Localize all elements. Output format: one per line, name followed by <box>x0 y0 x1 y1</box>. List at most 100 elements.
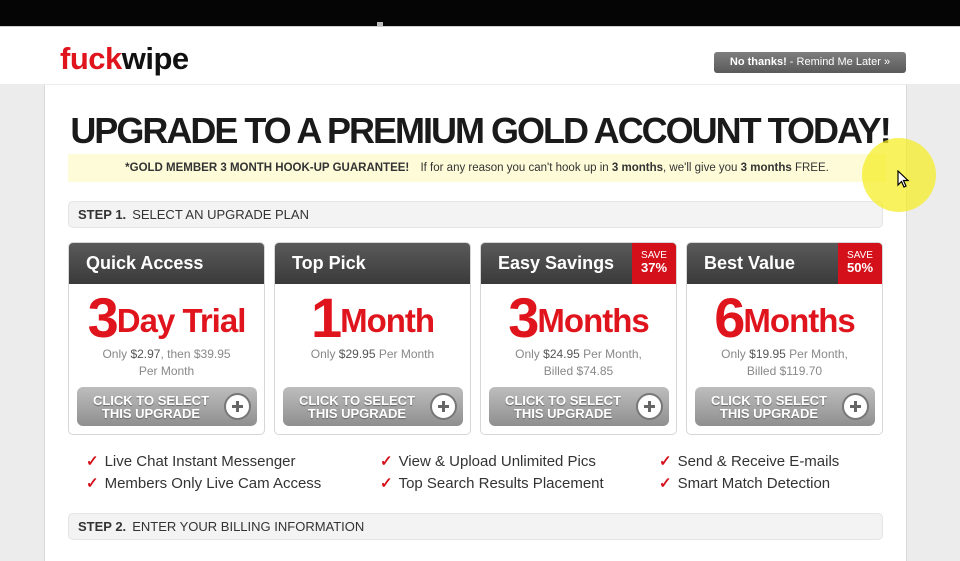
feature-label: Send & Receive E-mails <box>677 453 840 470</box>
price-amount: $2.97 <box>130 347 161 361</box>
plan-number: 6 <box>714 286 745 349</box>
plan-unit: Months <box>743 302 855 339</box>
select-upgrade-button[interactable]: CLICK TO SELECT THIS UPGRADE <box>77 387 257 426</box>
mouse-cursor-icon <box>897 170 910 188</box>
price-prefix: Only <box>102 347 131 361</box>
plan-unit: Months <box>537 302 649 339</box>
price-suffix: Per Month, <box>785 347 848 361</box>
step1-bar: STEP 1. SELECT AN UPGRADE PLAN <box>68 201 883 228</box>
select-button-label: CLICK TO SELECT THIS UPGRADE <box>283 394 431 420</box>
save-percent: 37% <box>640 260 668 275</box>
plan-card-best-value: Best Value SAVE 50% 6Months Only $19.95 P… <box>686 242 883 435</box>
step1-label: SELECT AN UPGRADE PLAN <box>132 207 309 222</box>
checkmark-icon: ✓ <box>380 453 393 470</box>
remind-later-button[interactable]: No thanks! - Remind Me Later » <box>714 52 906 73</box>
plus-icon <box>842 393 869 420</box>
logo-part2: wipe <box>121 41 189 76</box>
feature-label: Top Search Results Placement <box>398 475 604 492</box>
select-label-line2: THIS UPGRADE <box>307 406 407 421</box>
plan-unit: Month <box>340 302 435 339</box>
feature-item: ✓ Send & Receive E-mails <box>659 452 839 470</box>
top-black-bar <box>0 0 960 26</box>
guarantee-text-3: FREE. <box>791 162 829 174</box>
step2-label: ENTER YOUR BILLING INFORMATION <box>132 519 365 534</box>
plan-price: Only $29.95 Per Month <box>275 346 470 384</box>
select-label-line2: THIS UPGRADE <box>513 406 613 421</box>
select-upgrade-button[interactable]: CLICK TO SELECT THIS UPGRADE <box>695 387 875 426</box>
feature-list: ✓ Live Chat Instant Messenger ✓ View & Upl… <box>86 452 886 498</box>
site-header: fuckwipe No thanks! - Remind Me Later » <box>0 26 960 84</box>
page-title: UPGRADE TO A PREMIUM GOLD ACCOUNT TODAY! <box>70 110 891 151</box>
plan-duration: 6Months <box>687 290 882 346</box>
feature-label: View & Upload Unlimited Pics <box>398 453 596 470</box>
select-upgrade-button[interactable]: CLICK TO SELECT THIS UPGRADE <box>489 387 669 426</box>
checkmark-icon: ✓ <box>659 453 672 470</box>
plan-header: Easy Savings SAVE 37% <box>481 243 676 284</box>
plan-card-easy-savings: Easy Savings SAVE 37% 3Months Only $24.95… <box>480 242 677 435</box>
plan-price: Only $2.97, then $39.95 Per Month <box>69 346 264 384</box>
price-amount: $29.95 <box>338 347 376 361</box>
plan-header: Best Value SAVE 50% <box>687 243 882 284</box>
price-line2: Billed $74.85 <box>543 364 614 378</box>
plan-name: Easy Savings <box>498 253 615 273</box>
feature-item: ✓ Members Only Live Cam Access <box>86 474 321 492</box>
select-button-label: CLICK TO SELECT THIS UPGRADE <box>77 394 225 420</box>
site-logo[interactable]: fuckwipe <box>60 41 189 77</box>
price-line2: Per Month <box>138 364 195 378</box>
step2-number: STEP 2. <box>78 519 127 534</box>
price-line2: Billed $119.70 <box>746 364 823 378</box>
select-upgrade-button[interactable]: CLICK TO SELECT THIS UPGRADE <box>283 387 463 426</box>
guarantee-bold-2: 3 months <box>740 162 792 174</box>
plan-name: Top Pick <box>275 243 470 284</box>
plan-card-quick-access: Quick Access 3Day Trial Only $2.97, then… <box>68 242 265 435</box>
save-badge: SAVE 50% <box>838 243 882 284</box>
guarantee-banner: *GOLD MEMBER 3 MONTH HOOK-UP GUARANTEE! … <box>68 154 886 182</box>
select-label-line2: THIS UPGRADE <box>719 406 819 421</box>
remind-bold-text: No thanks! <box>729 56 787 68</box>
feature-item: ✓ Smart Match Detection <box>659 474 830 492</box>
price-suffix: , then $39.95 <box>160 347 231 361</box>
price-suffix: Per Month, <box>579 347 642 361</box>
plan-price: Only $24.95 Per Month, Billed $74.85 <box>481 346 676 384</box>
select-button-label: CLICK TO SELECT THIS UPGRADE <box>489 394 637 420</box>
guarantee-text-1: If for any reason you can't hook up in <box>420 162 612 174</box>
select-label-line2: THIS UPGRADE <box>101 406 201 421</box>
plus-icon <box>636 393 663 420</box>
feature-label: Live Chat Instant Messenger <box>104 453 296 470</box>
plan-name: Quick Access <box>69 243 264 284</box>
checkmark-icon: ✓ <box>86 475 99 492</box>
guarantee-text-2: , we'll give you <box>663 162 741 174</box>
feature-label: Smart Match Detection <box>677 475 831 492</box>
guarantee-lead: *GOLD MEMBER 3 MONTH HOOK-UP GUARANTEE! <box>125 162 410 174</box>
save-badge: SAVE 37% <box>632 243 676 284</box>
feature-item: ✓ Live Chat Instant Messenger <box>86 452 296 470</box>
price-amount: $19.95 <box>749 347 786 361</box>
plan-duration: 1Month <box>275 290 470 346</box>
plan-card-top-pick: Top Pick 1Month Only $29.95 Per Month CL… <box>274 242 471 435</box>
price-prefix: Only <box>721 347 750 361</box>
logo-part1: fuck <box>60 41 122 76</box>
guarantee-bold-1: 3 months <box>611 162 664 174</box>
plan-unit: Day Trial <box>116 302 247 339</box>
price-prefix: Only <box>515 347 544 361</box>
plus-icon <box>430 393 457 420</box>
feature-item: ✓ Top Search Results Placement <box>380 474 604 492</box>
feature-item: ✓ View & Upload Unlimited Pics <box>380 452 596 470</box>
remind-rest-text: - Remind Me Later » <box>786 56 891 68</box>
plan-number: 3 <box>87 286 119 349</box>
checkmark-icon: ✓ <box>86 453 99 470</box>
feature-label: Members Only Live Cam Access <box>104 475 322 492</box>
plan-price: Only $19.95 Per Month, Billed $119.70 <box>687 346 882 384</box>
price-prefix: Only <box>310 347 339 361</box>
step2-bar: STEP 2. ENTER YOUR BILLING INFORMATION <box>68 513 883 540</box>
checkmark-icon: ✓ <box>380 475 393 492</box>
select-button-label: CLICK TO SELECT THIS UPGRADE <box>695 394 843 420</box>
checkmark-icon: ✓ <box>659 475 672 492</box>
plan-duration: 3Day Trial <box>69 290 264 346</box>
plan-number: 3 <box>508 286 539 349</box>
price-suffix: Per Month <box>375 347 435 361</box>
price-amount: $24.95 <box>543 347 580 361</box>
step1-number: STEP 1. <box>78 207 127 222</box>
plan-number: 1 <box>310 286 342 349</box>
plan-name: Best Value <box>704 253 796 273</box>
